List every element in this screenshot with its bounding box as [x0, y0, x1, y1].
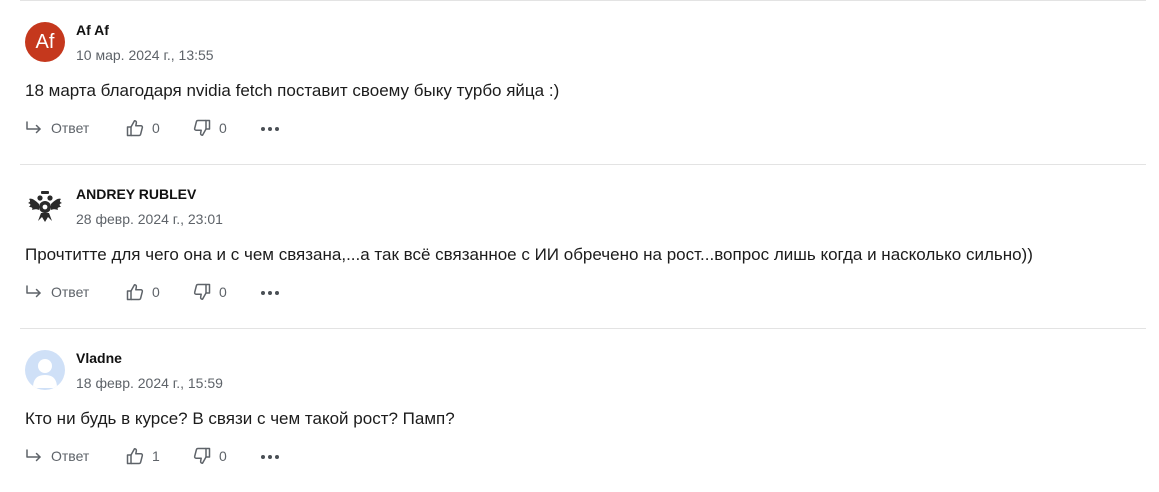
- reply-label: Ответ: [51, 284, 90, 300]
- reply-label: Ответ: [51, 448, 90, 464]
- dislike-count: 0: [219, 448, 227, 464]
- thumbs-up-icon: [126, 120, 144, 137]
- dislike-count: 0: [219, 120, 227, 136]
- like-count: 0: [152, 284, 160, 300]
- like-count: 1: [152, 448, 160, 464]
- more-options-button[interactable]: [260, 282, 280, 302]
- comment-item: Af Af Af 10 мар. 2024 г., 13:55 18 марта…: [0, 0, 1159, 164]
- comment-date[interactable]: 28 февр. 2024 г., 23:01: [76, 211, 223, 227]
- divider: [20, 328, 1146, 329]
- reply-label: Ответ: [51, 120, 90, 136]
- dislike-count: 0: [219, 284, 227, 300]
- comment-author[interactable]: Vladne: [76, 350, 122, 366]
- like-button[interactable]: 1: [126, 446, 160, 466]
- more-dots-icon: [261, 291, 279, 295]
- comment-date[interactable]: 18 февр. 2024 г., 15:59: [76, 375, 223, 391]
- dislike-button[interactable]: 0: [193, 118, 227, 138]
- dislike-button[interactable]: 0: [193, 446, 227, 466]
- reply-button[interactable]: Ответ: [25, 118, 89, 138]
- reply-button[interactable]: Ответ: [25, 446, 89, 466]
- thumbs-down-icon: [193, 119, 211, 136]
- reply-arrow-icon: [26, 449, 41, 462]
- thumbs-down-icon: [193, 447, 211, 464]
- more-dots-icon: [261, 455, 279, 459]
- comment-text: 18 марта благодаря nvidia fetch поставит…: [25, 81, 560, 100]
- comment-actions: Ответ 0 0: [25, 118, 325, 138]
- like-button[interactable]: 0: [126, 282, 160, 302]
- avatar[interactable]: [25, 350, 65, 390]
- comment-actions: Ответ 0 0: [25, 282, 325, 302]
- more-dots-icon: [261, 127, 279, 131]
- comment-date[interactable]: 10 мар. 2024 г., 13:55: [76, 47, 214, 63]
- reply-button[interactable]: Ответ: [25, 282, 89, 302]
- like-button[interactable]: 0: [126, 118, 160, 138]
- comment-text: Прочтитте для чего она и с чем связана,.…: [25, 245, 1033, 264]
- thumbs-down-icon: [193, 283, 211, 300]
- like-count: 0: [152, 120, 160, 136]
- avatar[interactable]: [25, 186, 65, 226]
- more-options-button[interactable]: [260, 446, 280, 466]
- avatar[interactable]: Af: [25, 22, 65, 62]
- comment-author[interactable]: ANDREY RUBLEV: [76, 186, 196, 202]
- thumbs-up-icon: [126, 284, 144, 301]
- default-user-icon: [33, 359, 57, 388]
- more-options-button[interactable]: [260, 118, 280, 138]
- reply-arrow-icon: [26, 121, 41, 134]
- reply-arrow-icon: [26, 285, 41, 298]
- divider: [20, 0, 1146, 1]
- comment-item: ANDREY RUBLEV 28 февр. 2024 г., 23:01 Пр…: [0, 164, 1159, 328]
- avatar-initials: Af: [35, 30, 55, 53]
- comment-text: Кто ни будь в курсе? В связи с чем такой…: [25, 409, 455, 428]
- dislike-button[interactable]: 0: [193, 282, 227, 302]
- divider: [20, 164, 1146, 165]
- comment-author[interactable]: Af Af: [76, 22, 109, 38]
- thumbs-up-icon: [126, 448, 144, 465]
- eagle-emblem-icon: [28, 191, 62, 222]
- comment-item: Vladne 18 февр. 2024 г., 15:59 Кто ни бу…: [0, 328, 1159, 492]
- comment-actions: Ответ 1 0: [25, 446, 325, 466]
